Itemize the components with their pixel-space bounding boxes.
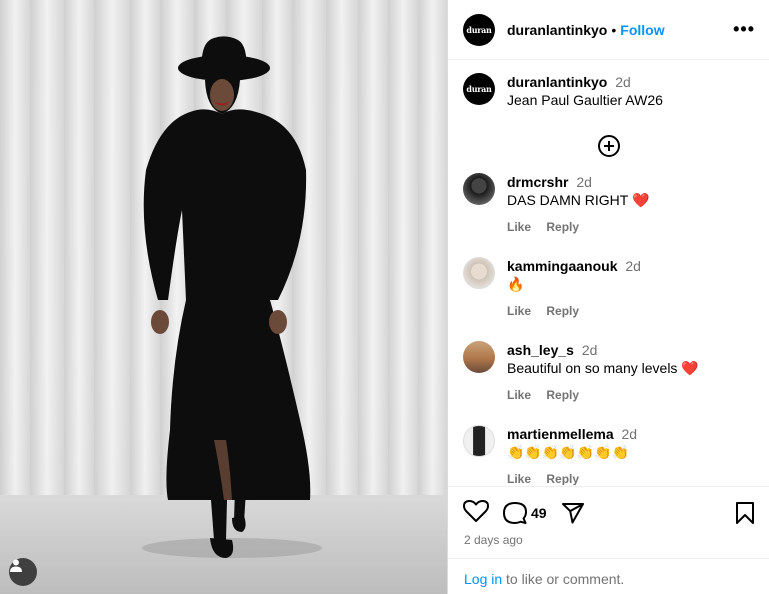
heart-emoji: ❤️: [631, 192, 650, 208]
comment-text: Beautiful on so many levels: [507, 360, 678, 376]
reply-comment-button[interactable]: Reply: [546, 304, 579, 318]
tag-user-icon: [10, 559, 22, 572]
clap-emoji: 👏👏👏👏👏👏👏: [507, 444, 630, 460]
reply-comment-button[interactable]: Reply: [546, 388, 579, 402]
reply-comment-button[interactable]: Reply: [546, 220, 579, 234]
like-comment-button[interactable]: Like: [507, 388, 531, 402]
caption-username[interactable]: duranlantinkyo: [507, 74, 607, 90]
caption-text: Jean Paul Gaultier AW26: [507, 92, 663, 108]
comments-list[interactable]: duran duranlantinkyo 2d Jean Paul Gaulti…: [448, 61, 769, 485]
load-more-comments-button[interactable]: [448, 134, 769, 160]
post-header: duran duranlantinkyo • Follow •••: [448, 0, 769, 60]
post-date[interactable]: 2 days ago: [464, 533, 523, 547]
like-button[interactable]: [463, 499, 489, 528]
post-media[interactable]: [0, 0, 447, 594]
comment-item: martienmellema 2d 👏👏👏👏👏👏👏 Like Reply: [448, 425, 769, 485]
comment-time: 2d: [576, 174, 592, 190]
load-more-comments-icon: [597, 135, 620, 157]
comment-button[interactable]: [503, 501, 527, 525]
login-prompt-text: to like or comment.: [502, 571, 625, 587]
heart-icon: [463, 499, 489, 522]
save-button[interactable]: [735, 501, 755, 525]
action-icons-row: 49: [463, 499, 755, 527]
comment-username[interactable]: kammingaanouk: [507, 258, 617, 274]
login-link[interactable]: Log in: [464, 571, 502, 587]
comment-avatar[interactable]: [463, 257, 495, 289]
comment-username[interactable]: drmcrshr: [507, 174, 568, 190]
separator-dot: •: [611, 21, 617, 38]
comment-item: ash_ley_s 2d Beautiful on so many levels…: [448, 341, 769, 402]
more-options-button[interactable]: •••: [733, 19, 755, 40]
divider: [448, 558, 769, 559]
comment-item: drmcrshr 2d DAS DAMN RIGHT ❤️ Like Reply: [448, 173, 769, 234]
comment-username[interactable]: martienmellema: [507, 426, 614, 442]
runway-photo: [0, 0, 447, 594]
bookmark-icon: [736, 502, 754, 524]
post-side-panel: duran duranlantinkyo • Follow ••• duran …: [447, 0, 769, 594]
comment-icon: [503, 502, 527, 524]
comment-time: 2d: [625, 258, 641, 274]
fire-emoji: 🔥: [507, 276, 525, 292]
comment-item: kammingaanouk 2d 🔥 Like Reply: [448, 257, 769, 318]
comment-avatar[interactable]: [463, 173, 495, 205]
heart-emoji: ❤️: [681, 360, 699, 376]
like-comment-button[interactable]: Like: [507, 472, 531, 485]
comment-time: 2d: [621, 426, 638, 442]
share-button[interactable]: [561, 501, 585, 525]
tag-user-button[interactable]: [9, 558, 37, 586]
share-icon: [561, 503, 584, 524]
comment-avatar[interactable]: [463, 341, 495, 373]
reply-comment-button[interactable]: Reply: [546, 472, 579, 485]
comment-username[interactable]: ash_ley_s: [507, 342, 574, 358]
comment-time: 2d: [581, 342, 598, 358]
login-prompt: Log in to like or comment.: [464, 571, 624, 587]
caption-avatar[interactable]: duran: [463, 73, 495, 105]
account-avatar[interactable]: duran: [463, 13, 495, 46]
like-comment-button[interactable]: Like: [507, 220, 531, 234]
follow-button[interactable]: Follow: [620, 22, 664, 38]
comment-text: DAS DAMN RIGHT: [507, 192, 629, 208]
comment-count: 49: [531, 505, 547, 521]
like-comment-button[interactable]: Like: [507, 304, 531, 318]
post-caption: duran duranlantinkyo 2d Jean Paul Gaulti…: [448, 61, 769, 109]
caption-time: 2d: [615, 74, 631, 90]
account-username[interactable]: duranlantinkyo: [507, 22, 607, 38]
comment-avatar[interactable]: [463, 425, 495, 457]
